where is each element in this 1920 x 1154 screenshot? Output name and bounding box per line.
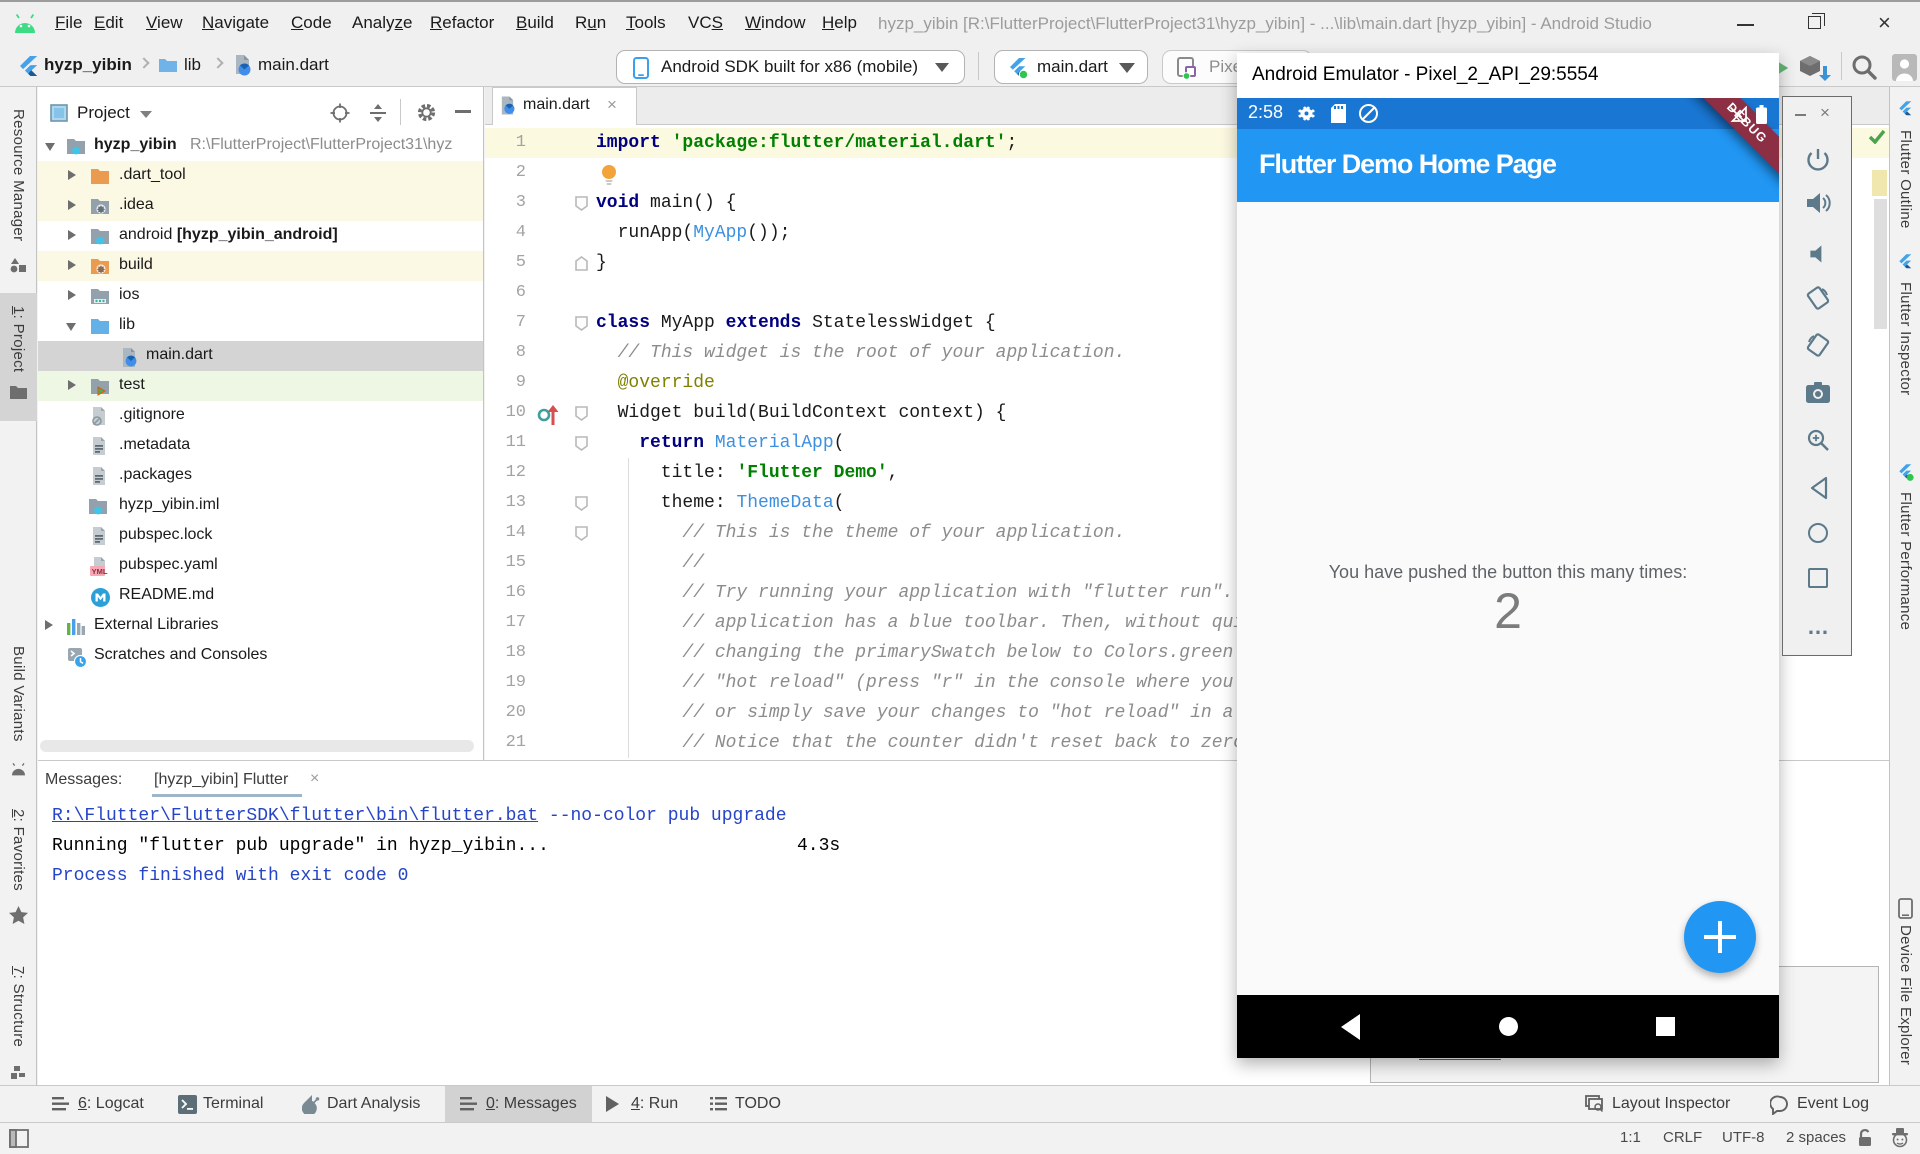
- svg-text:YML: YML: [92, 567, 108, 576]
